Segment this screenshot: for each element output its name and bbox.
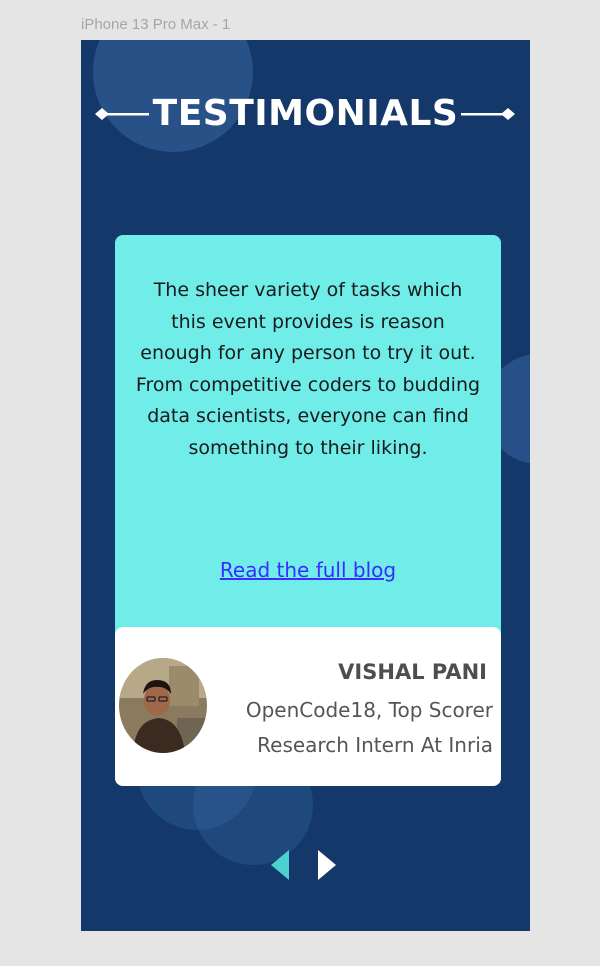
phone-frame: TESTIMONIALS The sheer variety of tasks … (81, 40, 530, 931)
author-card: VISHAL PANI OpenCode18, Top Scorer Resea… (115, 627, 501, 786)
testimonial-card: The sheer variety of tasks which this ev… (115, 235, 501, 786)
avatar (119, 658, 207, 753)
previous-button[interactable] (269, 850, 293, 880)
frame-label: iPhone 13 Pro Max - 1 (81, 16, 231, 33)
author-role: Research Intern At Inria (257, 733, 493, 757)
author-name: VISHAL PANI (338, 660, 487, 684)
section-header: TESTIMONIALS (81, 90, 530, 138)
next-button[interactable] (315, 850, 339, 880)
triangle-left-icon (271, 850, 289, 880)
testimonial-quote: The sheer variety of tasks which this ev… (135, 279, 481, 459)
triangle-right-icon (318, 850, 336, 880)
author-photo (119, 658, 207, 753)
author-achievement: OpenCode18, Top Scorer (245, 698, 493, 722)
right-ornament-icon (461, 108, 515, 120)
read-blog-link[interactable]: Read the full blog (115, 558, 501, 582)
